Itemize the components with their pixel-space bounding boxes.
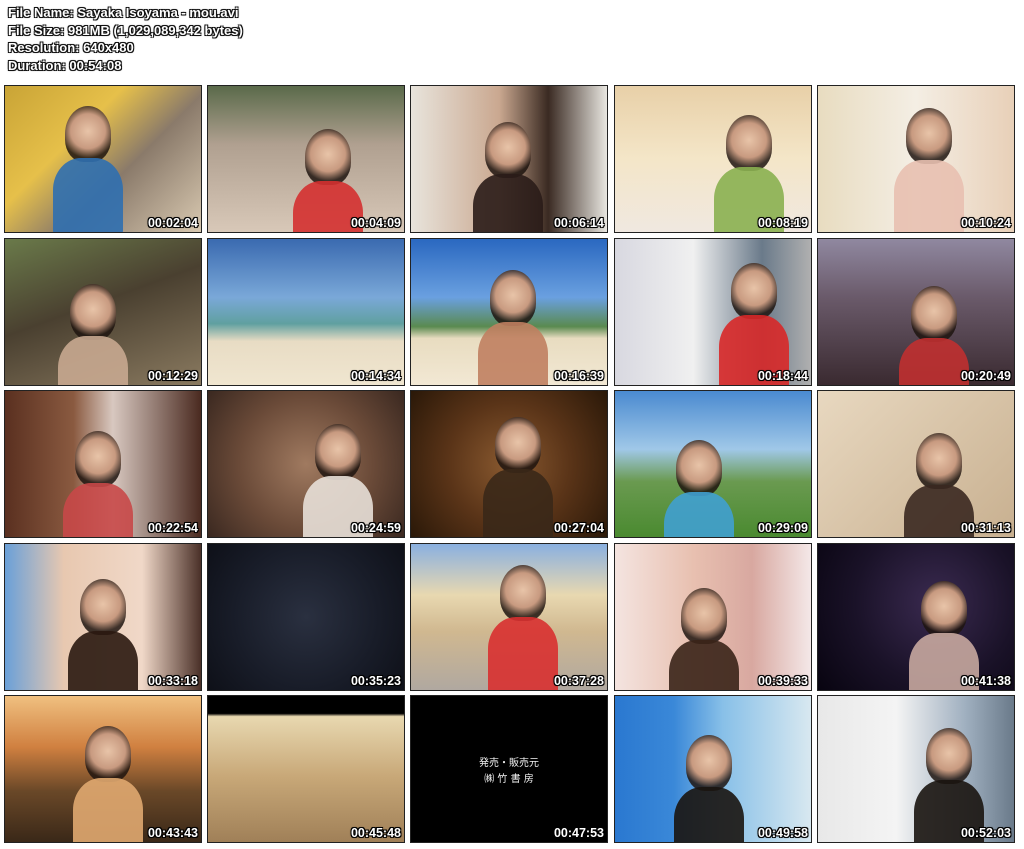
video-thumbnail[interactable]: 00:41:38 — [817, 543, 1015, 691]
frame-subject — [70, 284, 116, 340]
frame-subject — [726, 115, 772, 171]
frame-subject — [485, 122, 531, 178]
video-thumbnail[interactable]: 00:49:58 — [614, 695, 812, 843]
video-thumbnail[interactable]: 00:31:13 — [817, 390, 1015, 538]
timestamp-label: 00:33:18 — [147, 674, 198, 688]
frame-subject-clothing — [58, 336, 128, 385]
frame-subject — [495, 417, 541, 473]
timestamp-label: 00:45:48 — [350, 826, 401, 840]
timestamp-label: 00:29:09 — [757, 521, 808, 535]
frame-subject — [80, 579, 126, 635]
video-thumbnail[interactable]: 00:18:44 — [614, 238, 812, 386]
frame-subject-clothing — [899, 338, 969, 385]
frame-subject-clothing — [478, 322, 548, 385]
video-thumbnail[interactable]: 00:12:29 — [4, 238, 202, 386]
video-thumbnail[interactable]: 00:08:19 — [614, 85, 812, 233]
frame-subject — [686, 735, 732, 791]
frame-subject-clothing — [669, 640, 739, 690]
frame-subject-clothing — [473, 174, 543, 232]
video-thumbnail[interactable]: 00:10:24 — [817, 85, 1015, 233]
timestamp-label: 00:16:39 — [553, 369, 604, 383]
frame-subject — [921, 581, 967, 637]
timestamp-label: 00:02:04 — [147, 216, 198, 230]
frame-subject — [315, 424, 361, 480]
frame-subject — [305, 129, 351, 185]
frame-subject — [85, 726, 131, 782]
frame-credit-text: 発売・販売元㈱ 竹 書 房 — [411, 756, 607, 788]
video-thumbnail[interactable]: 00:43:43 — [4, 695, 202, 843]
timestamp-label: 00:49:58 — [757, 826, 808, 840]
frame-subject-clothing — [488, 617, 558, 690]
timestamp-label: 00:37:28 — [553, 674, 604, 688]
timestamp-label: 00:43:43 — [147, 826, 198, 840]
timestamp-label: 00:08:19 — [757, 216, 808, 230]
timestamp-label: 00:04:09 — [350, 216, 401, 230]
timestamp-label: 00:35:23 — [350, 674, 401, 688]
file-name-line: File Name: Sayaka Isoyama - mou.avi — [8, 5, 239, 20]
credit-line: ㈱ 竹 書 房 — [484, 774, 534, 785]
timestamp-label: 00:14:34 — [350, 369, 401, 383]
video-thumbnail[interactable]: 00:20:49 — [817, 238, 1015, 386]
frame-subject — [926, 728, 972, 784]
timestamp-label: 00:39:33 — [757, 674, 808, 688]
video-thumbnail[interactable]: 00:33:18 — [4, 543, 202, 691]
frame-subject-clothing — [483, 469, 553, 537]
timestamp-label: 00:20:49 — [960, 369, 1011, 383]
frame-subject — [676, 440, 722, 496]
frame-subject-clothing — [63, 483, 133, 537]
video-thumbnail[interactable]: 00:14:34 — [207, 238, 405, 386]
frame-subject-clothing — [68, 631, 138, 690]
timestamp-label: 00:41:38 — [960, 674, 1011, 688]
timestamp-label: 00:47:53 — [553, 826, 604, 840]
video-thumbnail[interactable]: 00:16:39 — [410, 238, 608, 386]
video-thumbnail[interactable]: 00:27:04 — [410, 390, 608, 538]
frame-subject — [681, 588, 727, 644]
frame-subject — [65, 106, 111, 162]
timestamp-label: 00:22:54 — [147, 521, 198, 535]
file-size-line: File Size: 981MB (1,029,089,342 bytes) — [8, 22, 243, 38]
timestamp-label: 00:10:24 — [960, 216, 1011, 230]
video-thumbnail[interactable]: 00:39:33 — [614, 543, 812, 691]
frame-subject — [500, 565, 546, 621]
frame-subject — [916, 433, 962, 489]
frame-subject-clothing — [674, 787, 744, 842]
frame-subject-clothing — [53, 158, 123, 232]
frame-subject-clothing — [894, 160, 964, 232]
video-thumbnail[interactable]: 00:45:48 — [207, 695, 405, 843]
video-thumbnail[interactable]: 00:24:59 — [207, 390, 405, 538]
video-thumbnail[interactable]: 00:04:09 — [207, 85, 405, 233]
video-thumbnail[interactable]: 00:02:04 — [4, 85, 202, 233]
duration-line: Duration: 00:54:08 — [8, 57, 122, 73]
frame-subject — [911, 286, 957, 342]
frame-subject — [490, 270, 536, 326]
file-info: File Name: Sayaka Isoyama - mou.avi File… — [8, 4, 243, 74]
timestamp-label: 00:24:59 — [350, 521, 401, 535]
timestamp-label: 00:06:14 — [553, 216, 604, 230]
video-thumbnail[interactable]: 00:35:23 — [207, 543, 405, 691]
credit-line: 発売・販売元 — [479, 758, 539, 769]
frame-subject-clothing — [73, 778, 143, 842]
video-thumbnail[interactable]: 00:29:09 — [614, 390, 812, 538]
timestamp-label: 00:18:44 — [757, 369, 808, 383]
frame-subject-clothing — [664, 492, 734, 537]
video-thumbnail[interactable]: 00:52:03 — [817, 695, 1015, 843]
video-thumbnail[interactable]: 00:37:28 — [410, 543, 608, 691]
resolution-line: Resolution: 640x480 — [8, 40, 134, 55]
frame-subject — [75, 431, 121, 487]
video-thumbnail[interactable]: 00:22:54 — [4, 390, 202, 538]
timestamp-label: 00:31:13 — [960, 521, 1011, 535]
timestamp-label: 00:12:29 — [147, 369, 198, 383]
frame-subject — [731, 263, 777, 319]
video-thumbnail[interactable]: 00:06:14 — [410, 85, 608, 233]
timestamp-label: 00:27:04 — [553, 521, 604, 535]
thumbnail-grid: 00:02:04 00:04:09 00:06:14 00:08:19 00:10:24… — [4, 85, 1016, 845]
video-thumbnail[interactable]: 発売・販売元㈱ 竹 書 房 00:47:53 — [410, 695, 608, 843]
timestamp-label: 00:52:03 — [960, 826, 1011, 840]
frame-subject — [906, 108, 952, 164]
